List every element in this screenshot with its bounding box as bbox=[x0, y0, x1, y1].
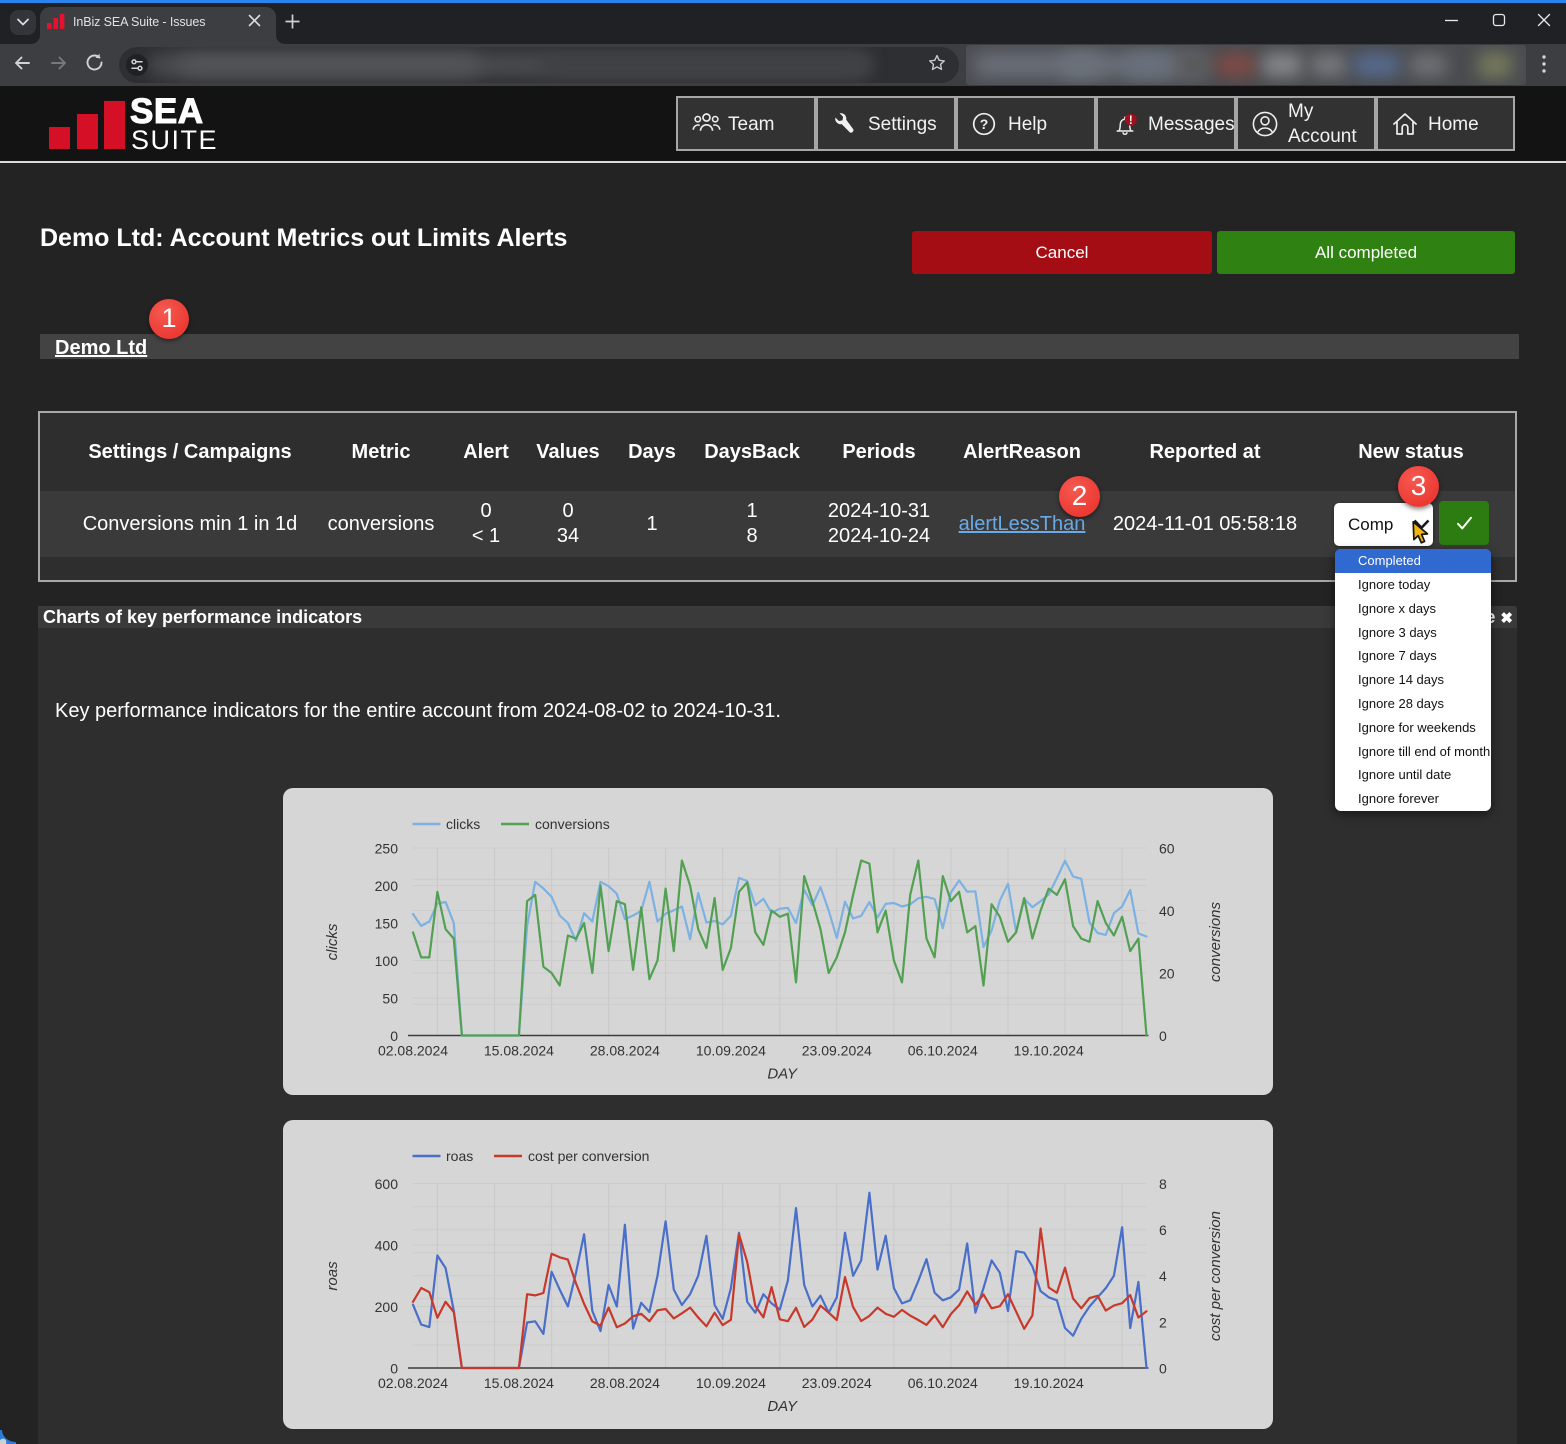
svg-text:20: 20 bbox=[1159, 966, 1175, 982]
svg-text:02.08.2024: 02.08.2024 bbox=[378, 1375, 448, 1391]
svg-text:19.10.2024: 19.10.2024 bbox=[1014, 1375, 1084, 1391]
svg-text:100: 100 bbox=[375, 953, 399, 969]
svg-text:600: 600 bbox=[375, 1176, 399, 1192]
svg-text:28.08.2024: 28.08.2024 bbox=[590, 1043, 660, 1059]
svg-text:clicks: clicks bbox=[324, 923, 341, 960]
svg-text:60: 60 bbox=[1159, 841, 1175, 857]
svg-text:15.08.2024: 15.08.2024 bbox=[484, 1375, 554, 1391]
svg-text:06.10.2024: 06.10.2024 bbox=[908, 1043, 978, 1059]
svg-text:40: 40 bbox=[1159, 903, 1175, 919]
svg-text:conversions: conversions bbox=[1207, 901, 1224, 982]
svg-text:400: 400 bbox=[375, 1238, 399, 1254]
svg-text:02.08.2024: 02.08.2024 bbox=[378, 1043, 448, 1059]
svg-text:?: ? bbox=[980, 116, 989, 132]
svg-text:200: 200 bbox=[375, 878, 399, 894]
svg-text:conversions: conversions bbox=[535, 816, 610, 832]
svg-text:clicks: clicks bbox=[446, 816, 480, 832]
svg-text:roas: roas bbox=[324, 1261, 341, 1291]
svg-text:23.09.2024: 23.09.2024 bbox=[802, 1043, 872, 1059]
svg-text:!: ! bbox=[1129, 115, 1133, 127]
svg-text:50: 50 bbox=[382, 991, 398, 1007]
svg-text:10.09.2024: 10.09.2024 bbox=[696, 1375, 766, 1391]
svg-text:4: 4 bbox=[1159, 1268, 1167, 1284]
svg-text:19.10.2024: 19.10.2024 bbox=[1014, 1043, 1084, 1059]
svg-text:06.10.2024: 06.10.2024 bbox=[908, 1375, 978, 1391]
svg-text:6: 6 bbox=[1159, 1222, 1167, 1238]
svg-text:28.08.2024: 28.08.2024 bbox=[590, 1375, 660, 1391]
svg-text:8: 8 bbox=[1159, 1176, 1167, 1192]
svg-text:2: 2 bbox=[1159, 1314, 1167, 1330]
svg-text:DAY: DAY bbox=[767, 1066, 798, 1083]
svg-text:cost per conversion: cost per conversion bbox=[1207, 1211, 1224, 1341]
svg-text:15.08.2024: 15.08.2024 bbox=[484, 1043, 554, 1059]
svg-text:roas: roas bbox=[446, 1148, 473, 1164]
svg-text:23.09.2024: 23.09.2024 bbox=[802, 1375, 872, 1391]
svg-text:250: 250 bbox=[375, 841, 399, 857]
svg-text:150: 150 bbox=[375, 916, 399, 932]
svg-text:0: 0 bbox=[1159, 1361, 1167, 1377]
svg-text:0: 0 bbox=[1159, 1028, 1167, 1044]
svg-text:200: 200 bbox=[375, 1299, 399, 1315]
svg-text:cost per conversion: cost per conversion bbox=[528, 1148, 649, 1164]
svg-text:10.09.2024: 10.09.2024 bbox=[696, 1043, 766, 1059]
svg-text:DAY: DAY bbox=[767, 1398, 798, 1415]
